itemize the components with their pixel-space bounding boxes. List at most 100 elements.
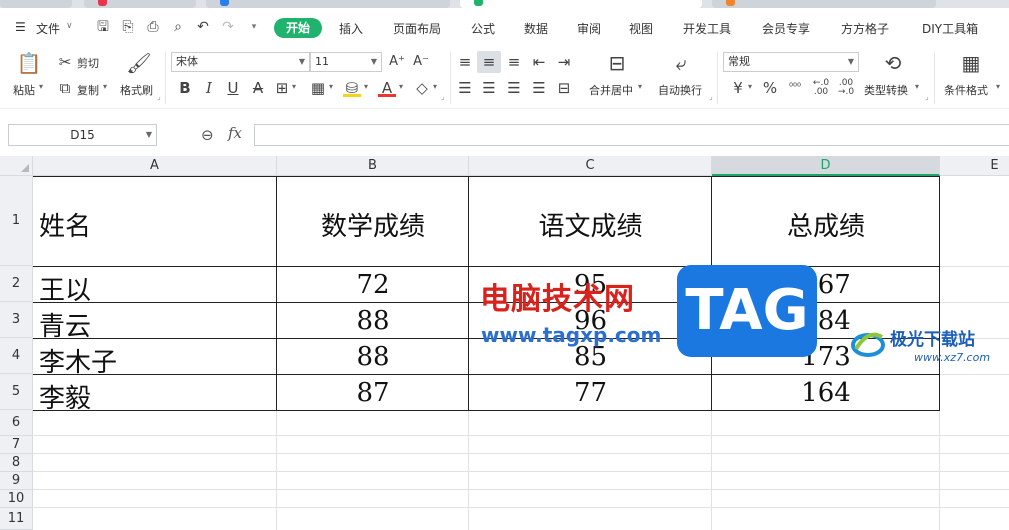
italic-icon[interactable]: I: [200, 79, 218, 97]
font-name-select[interactable]: 宋体 ▼: [171, 52, 310, 72]
wrap-text-button[interactable]: 自动换行: [658, 82, 702, 98]
menu-hamburger-icon[interactable]: ☰: [15, 20, 26, 34]
cell-a3[interactable]: 青云: [39, 306, 91, 343]
quick-access-more-icon[interactable]: ▾: [246, 19, 262, 35]
font-size-select[interactable]: 11 ▼: [310, 52, 382, 72]
column-header-e[interactable]: E: [940, 156, 1009, 176]
chevron-down-icon[interactable]: ▾: [103, 82, 107, 91]
tab-review[interactable]: 审阅: [577, 20, 601, 37]
tab-developer[interactable]: 开发工具: [683, 20, 731, 37]
cell-b5[interactable]: 87: [277, 378, 469, 408]
type-convert-icon[interactable]: ⟲: [880, 50, 906, 76]
align-left-icon[interactable]: ☰: [456, 79, 474, 97]
align-bottom-icon[interactable]: ≡: [505, 53, 523, 71]
chevron-down-icon[interactable]: ▾: [364, 82, 368, 91]
window-tab[interactable]: [712, 0, 936, 8]
wrap-text-icon[interactable]: ⤶: [668, 50, 694, 76]
row-header[interactable]: 7: [0, 436, 33, 454]
decrease-font-icon[interactable]: A⁻: [412, 53, 430, 71]
border-icon[interactable]: ⊞: [273, 79, 291, 97]
justify-icon[interactable]: ☰: [530, 79, 548, 97]
font-color-icon[interactable]: A: [378, 79, 396, 97]
dialog-launcher-icon[interactable]: ⌟: [925, 92, 929, 101]
zoom-icon[interactable]: ⊖: [201, 126, 214, 144]
row-header[interactable]: 4: [0, 338, 33, 374]
cell-a2[interactable]: 王以: [39, 270, 91, 307]
column-header-c[interactable]: C: [469, 156, 712, 176]
indent-icon[interactable]: ⇥: [555, 53, 573, 71]
conditional-format-icon[interactable]: ▦: [958, 50, 984, 76]
tab-formula[interactable]: 公式: [471, 20, 495, 37]
conditional-format-button[interactable]: 条件格式: [944, 82, 988, 98]
increase-decimal-icon[interactable]: ←.0.00: [812, 79, 830, 97]
cell-c1[interactable]: 语文成绩: [469, 206, 712, 243]
column-header-a[interactable]: A: [33, 156, 277, 176]
undo-icon[interactable]: ↶: [195, 19, 211, 35]
tab-page-layout[interactable]: 页面布局: [393, 20, 441, 37]
chevron-down-icon[interactable]: ▾: [996, 82, 1000, 91]
align-top-icon[interactable]: ≡: [456, 53, 474, 71]
row-header[interactable]: 5: [0, 374, 33, 410]
file-menu[interactable]: 文件: [36, 20, 60, 37]
outdent-icon[interactable]: ⇤: [530, 53, 548, 71]
dialog-launcher-icon[interactable]: ⌟: [157, 92, 161, 101]
format-painter-button[interactable]: 格式刷: [120, 82, 153, 98]
formula-input[interactable]: [254, 124, 1009, 146]
cell-b1[interactable]: 数学成绩: [277, 206, 469, 243]
copy-button[interactable]: 复制: [77, 82, 99, 98]
cell-c5[interactable]: 77: [469, 378, 712, 408]
chevron-down-icon[interactable]: ▾: [292, 82, 296, 91]
row-header[interactable]: 8: [0, 454, 33, 472]
print-preview-icon[interactable]: ⌕: [170, 19, 186, 35]
chevron-down-icon[interactable]: ▾: [329, 82, 333, 91]
row-header[interactable]: 2: [0, 266, 33, 302]
chevron-down-icon[interactable]: ▾: [638, 82, 642, 91]
merge-center-button[interactable]: 合并居中: [589, 82, 633, 98]
fill-style-icon[interactable]: ▦: [309, 79, 327, 97]
strikethrough-icon[interactable]: A: [249, 79, 267, 97]
increase-font-icon[interactable]: A⁺: [388, 53, 406, 71]
dialog-launcher-icon[interactable]: ⌟: [709, 92, 713, 101]
cell-a1[interactable]: 姓名: [39, 206, 91, 243]
merge-center-icon[interactable]: ⊟: [604, 50, 630, 76]
eraser-icon[interactable]: ◇: [413, 79, 431, 97]
copy-icon[interactable]: ⧉: [56, 79, 74, 97]
tab-data[interactable]: 数据: [524, 20, 548, 37]
align-middle-icon[interactable]: ≡: [480, 53, 498, 71]
export-icon[interactable]: ⎘: [120, 19, 136, 35]
currency-icon[interactable]: ¥: [729, 79, 747, 97]
column-header-d[interactable]: D: [712, 156, 940, 176]
align-center-icon[interactable]: ☰: [480, 79, 498, 97]
tab-diy-toolbox[interactable]: DIY工具箱: [922, 20, 978, 37]
dialog-launcher-icon[interactable]: ⌟: [441, 92, 445, 101]
row-header[interactable]: 6: [0, 410, 33, 436]
paste-button[interactable]: 粘贴: [13, 82, 35, 98]
print-icon[interactable]: ⎙: [145, 19, 161, 35]
tab-view[interactable]: 视图: [629, 20, 653, 37]
percent-icon[interactable]: %: [761, 79, 779, 97]
row-header[interactable]: 9: [0, 472, 33, 490]
window-tab[interactable]: [206, 0, 450, 8]
cell-b2[interactable]: 72: [277, 270, 469, 300]
underline-icon[interactable]: U: [224, 79, 242, 97]
row-header[interactable]: 3: [0, 302, 33, 338]
chevron-down-icon[interactable]: ▾: [399, 82, 403, 91]
decrease-decimal-icon[interactable]: .00 →.0: [837, 79, 855, 97]
scissors-icon[interactable]: ✂: [56, 53, 74, 71]
row-header[interactable]: 1: [0, 176, 33, 266]
number-format-select[interactable]: 常规 ▼: [723, 52, 859, 72]
tab-start[interactable]: 开始: [274, 18, 322, 38]
window-tab-active[interactable]: [460, 0, 702, 8]
redo-icon[interactable]: ↷: [220, 19, 236, 35]
chevron-down-icon[interactable]: ∨: [66, 21, 73, 31]
tab-fangfang[interactable]: 方方格子: [841, 20, 889, 37]
name-box[interactable]: D15 ▼: [8, 124, 157, 146]
chevron-down-icon[interactable]: ▾: [39, 82, 43, 91]
select-all-corner[interactable]: [0, 156, 33, 176]
row-header[interactable]: 11: [0, 508, 33, 530]
chevron-down-icon[interactable]: ▾: [748, 82, 752, 91]
paste-icon[interactable]: 📋: [16, 50, 42, 76]
cell-a4[interactable]: 李木子: [39, 342, 117, 379]
chevron-down-icon[interactable]: ▾: [433, 82, 437, 91]
distributed-icon[interactable]: ⊟: [555, 79, 573, 97]
